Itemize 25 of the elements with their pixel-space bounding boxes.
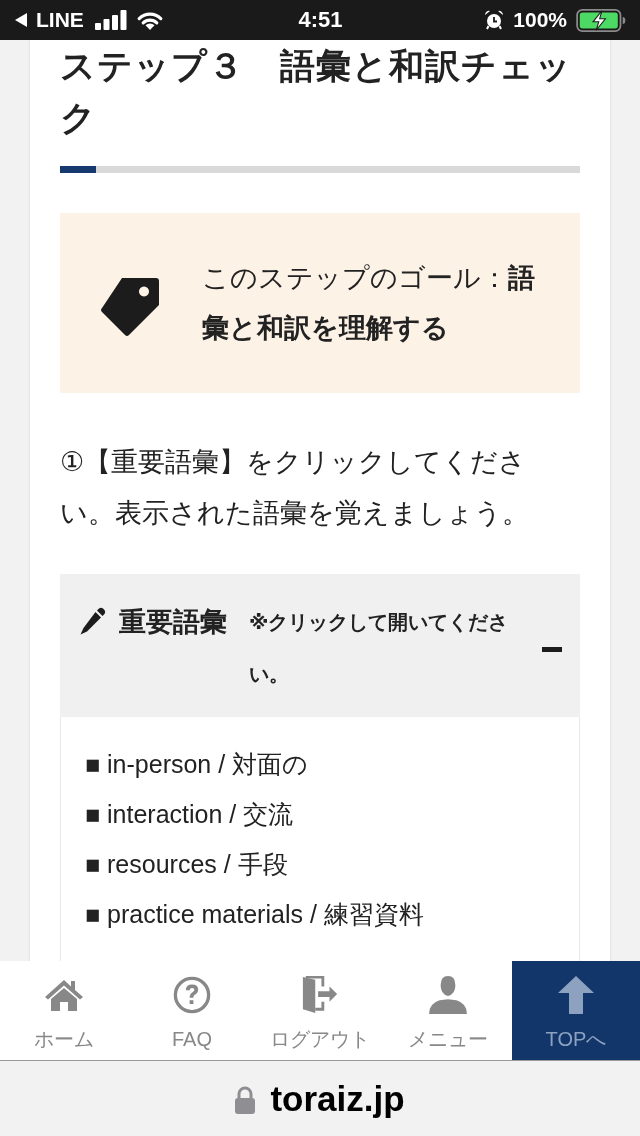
- exit-door-icon: [300, 976, 340, 1014]
- collapse-icon[interactable]: [542, 646, 562, 652]
- accordion-title: 重要語彙: [119, 605, 227, 639]
- help-icon: [172, 976, 212, 1014]
- step-title: ステップ３ 語彙と和訳チェック: [60, 45, 573, 140]
- signal-icon: [94, 10, 127, 30]
- up-arrow-icon: [556, 976, 596, 1014]
- nav-button[interactable]: TOPへ: [512, 961, 640, 1060]
- accordion-note: ※クリックして開いてください。: [249, 609, 510, 688]
- url-text[interactable]: toraiz.jp: [270, 1078, 405, 1119]
- instruction-text: ①【重要語彙】をクリックしてください。表示された語彙を覚えましょう。: [60, 445, 530, 530]
- vocabulary-item: ■ practice materials / 練習資料: [85, 899, 425, 930]
- person-icon: [428, 976, 468, 1014]
- wifi-icon: [135, 10, 164, 30]
- back-icon: [15, 13, 27, 27]
- vocabulary-item: ■ interaction / 交流: [85, 799, 295, 830]
- back-to-app-link[interactable]: LINE: [15, 8, 84, 32]
- vocabulary-item: ■ in-person / 対面の: [85, 749, 310, 780]
- vocabulary-item: ■ resources / 手段: [85, 849, 289, 880]
- battery-percent: 100%: [513, 8, 567, 32]
- pencil-icon: [80, 607, 106, 635]
- goal-text: このステップのゴール：語彙と和訳を理解する: [202, 261, 536, 345]
- clock-time: 4:51: [298, 7, 343, 33]
- tag-icon: [100, 277, 160, 337]
- accordion-header[interactable]: 重要語彙 ※クリックして開いてください。: [60, 574, 580, 717]
